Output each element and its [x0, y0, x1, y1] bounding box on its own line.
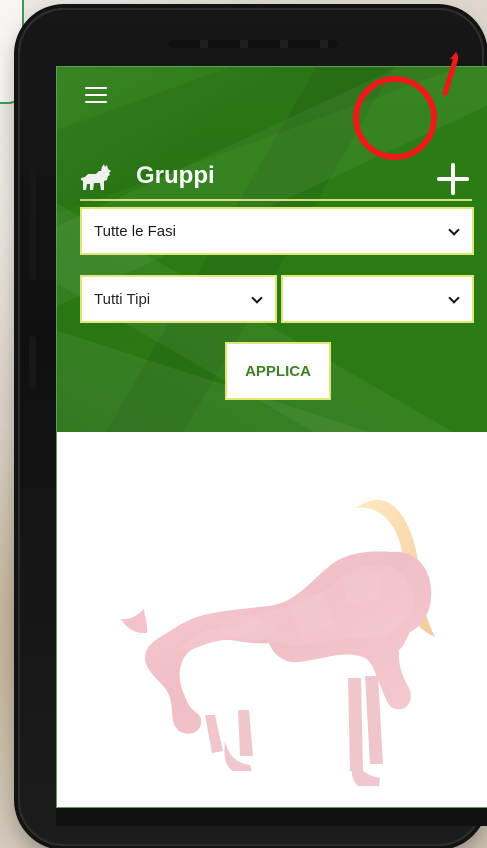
bottom-bezel: [56, 808, 487, 826]
type-select[interactable]: Tutti Tipi: [80, 275, 277, 323]
phase-select[interactable]: Tutte le Fasi: [80, 207, 474, 255]
goat-icon: [81, 164, 111, 190]
chevron-down-icon: [448, 293, 460, 305]
phone-frame: Gruppi Tutte le Fasi Tutti Tipi APPLICA: [18, 8, 487, 846]
menu-line-icon: [85, 101, 107, 103]
title-row: Gruppi: [80, 159, 472, 199]
goat-illustration: [121, 499, 435, 786]
app-screen: Gruppi Tutte le Fasi Tutti Tipi APPLICA: [56, 66, 487, 808]
chevron-down-icon: [448, 225, 460, 237]
side-button: [29, 336, 36, 389]
page-title: Gruppi: [136, 162, 215, 189]
title-divider: [80, 199, 472, 201]
apply-button[interactable]: APPLICA: [225, 342, 331, 400]
phase-select-value: Tutte le Fasi: [94, 222, 176, 240]
speaker-grill: [168, 40, 338, 48]
add-group-button[interactable]: [431, 157, 475, 201]
menu-line-icon: [85, 87, 107, 89]
page-header: Gruppi Tutte le Fasi Tutti Tipi APPLICA: [57, 67, 487, 432]
secondary-filter-select[interactable]: [281, 275, 474, 323]
menu-button[interactable]: [85, 87, 107, 103]
side-button: [29, 166, 36, 281]
chevron-down-icon: [251, 293, 263, 305]
type-select-value: Tutti Tipi: [94, 290, 151, 308]
menu-line-icon: [85, 94, 107, 96]
